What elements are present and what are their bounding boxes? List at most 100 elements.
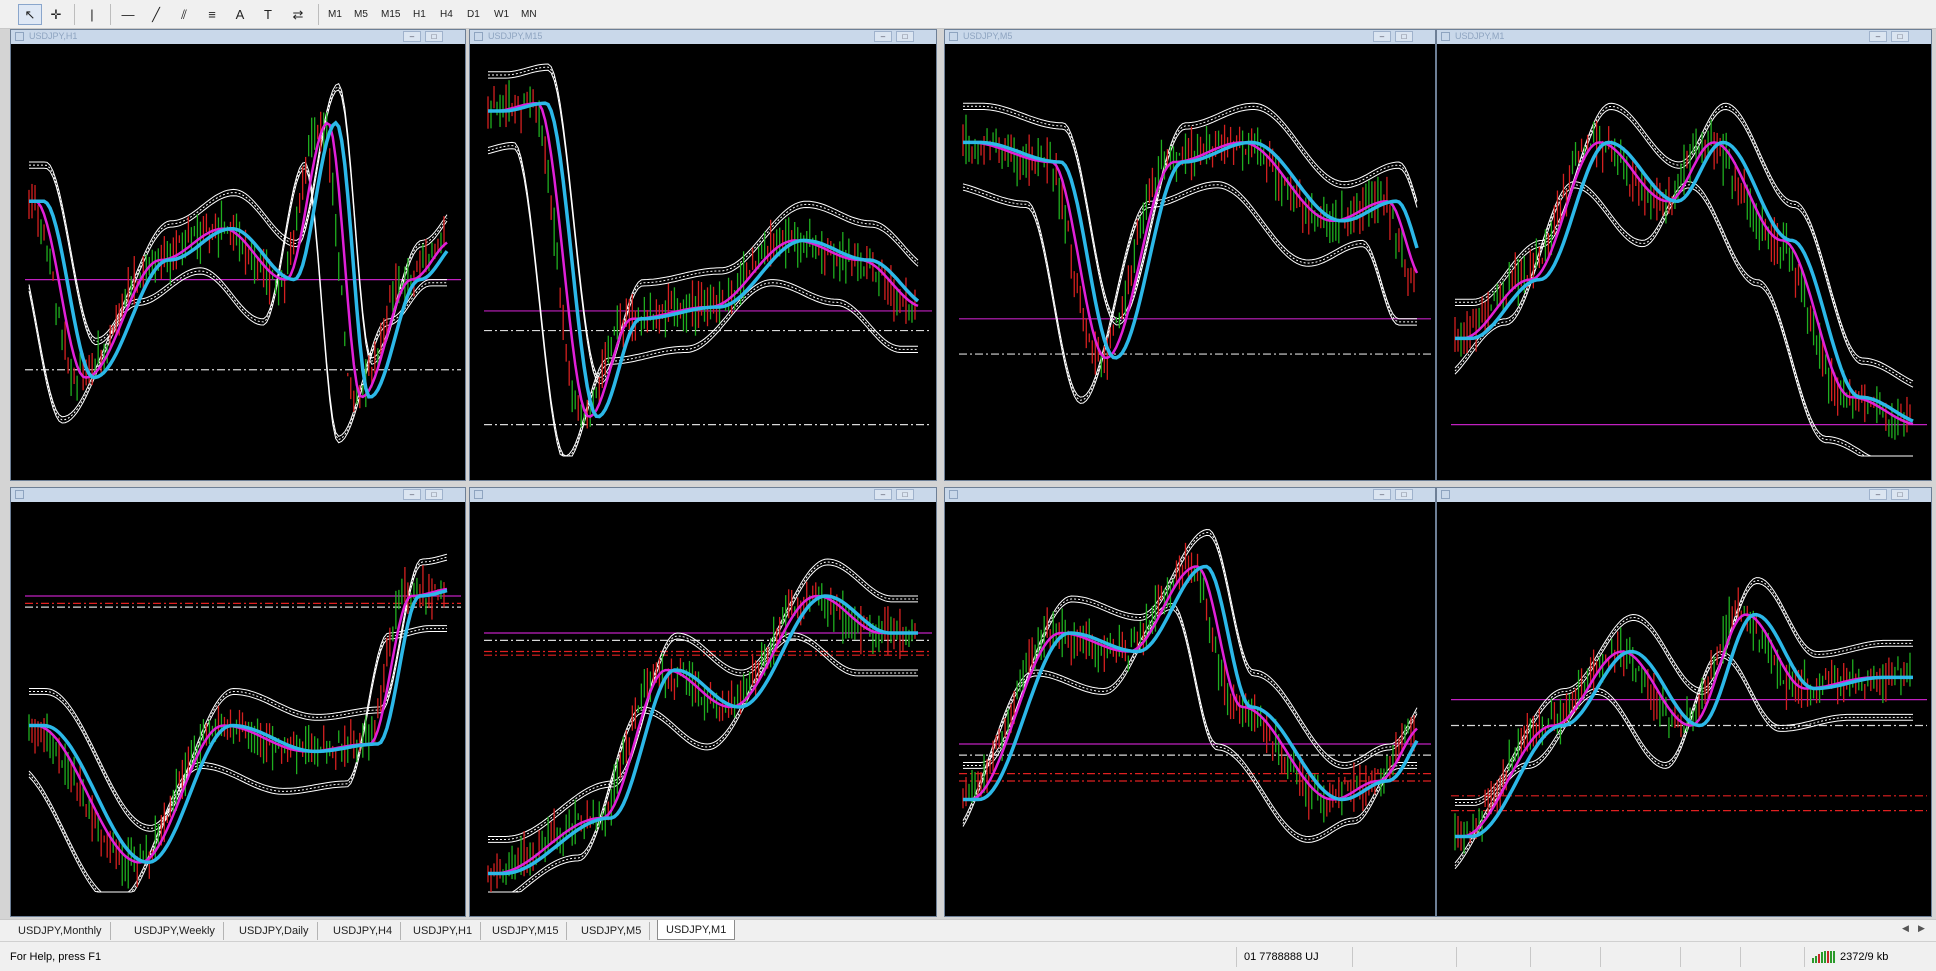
price-chart[interactable] — [470, 502, 936, 916]
chart-title: USDJPY,H1 — [29, 31, 78, 41]
chart-title-bar[interactable]: USDJPY,H1 – □ — [11, 30, 465, 44]
envelope-band — [1454, 184, 1913, 457]
chart-title-bar[interactable]: USDJPY,M5 – □ — [945, 30, 1435, 44]
timeframe-mn[interactable]: MN — [517, 5, 541, 24]
crosshair-icon[interactable]: ✛ — [44, 4, 68, 25]
maximize-icon[interactable]: □ — [896, 31, 914, 42]
minimize-icon[interactable]: – — [403, 31, 421, 42]
price-chart[interactable] — [1437, 502, 1931, 916]
minimize-icon[interactable]: – — [1869, 489, 1887, 500]
connection-bars-icon — [1812, 951, 1835, 963]
minimize-icon[interactable]: – — [1373, 489, 1391, 500]
envelope-band — [962, 602, 1417, 838]
timeframe-h4[interactable]: H4 — [436, 5, 457, 24]
timeframe-m15[interactable]: M15 — [377, 5, 404, 24]
timeframe-w1[interactable]: W1 — [490, 5, 513, 24]
status-help-text: For Help, press F1 — [10, 951, 102, 963]
status-bar: For Help, press F1 01 7788888 UJ 2372/9 … — [0, 941, 1936, 971]
price-chart[interactable] — [470, 44, 936, 480]
chart-window-icon — [474, 32, 483, 41]
price-chart[interactable] — [945, 44, 1435, 480]
equidistant-channel-icon[interactable]: ⫽ — [172, 4, 196, 25]
slow-moving-average — [963, 564, 1419, 802]
envelope-band — [28, 167, 447, 444]
minimize-icon[interactable]: – — [403, 489, 421, 500]
chart-title: USDJPY,M15 — [488, 31, 543, 41]
envelope-band — [488, 632, 918, 893]
chart-window[interactable]: – □ — [1436, 487, 1932, 917]
timeframe-m5[interactable]: M5 — [350, 5, 372, 24]
cursor-arrow-icon[interactable]: ↖ — [18, 4, 42, 25]
tab-scroll-right-icon[interactable]: ▶ — [1918, 923, 1925, 934]
envelope-band — [962, 608, 1417, 843]
maximize-icon[interactable]: □ — [1891, 489, 1909, 500]
chart-window[interactable]: USDJPY,M1 – □ — [1436, 29, 1932, 481]
maximize-icon[interactable]: □ — [425, 489, 443, 500]
tab-usdjpy-h1[interactable]: USDJPY,H1 — [405, 922, 482, 940]
maximize-icon[interactable]: □ — [1395, 489, 1413, 500]
price-chart[interactable] — [945, 502, 1435, 916]
maximize-icon[interactable]: □ — [1891, 31, 1909, 42]
status-divider — [1804, 947, 1805, 967]
chart-title-bar[interactable]: – □ — [470, 488, 936, 502]
envelope-band — [962, 605, 1417, 840]
chart-window-icon — [1441, 32, 1450, 41]
chart-window-icon — [15, 490, 24, 499]
fibonacci-retracement-icon[interactable]: ≡ — [200, 4, 224, 25]
tab-usdjpy-daily[interactable]: USDJPY,Daily — [231, 922, 318, 940]
chart-title-bar[interactable]: – □ — [945, 488, 1435, 502]
maximize-icon[interactable]: □ — [425, 31, 443, 42]
envelope-band — [29, 559, 448, 832]
minimize-icon[interactable]: – — [874, 489, 892, 500]
chart-window-icon — [949, 32, 958, 41]
chart-window[interactable]: USDJPY,H1 – □ — [10, 29, 466, 481]
price-chart[interactable] — [11, 502, 465, 916]
chart-title-bar[interactable]: – □ — [1437, 488, 1931, 502]
tab-usdjpy-m15[interactable]: USDJPY,M15 — [484, 922, 568, 940]
status-divider — [1236, 947, 1237, 967]
chart-window[interactable]: – □ — [10, 487, 466, 917]
toolbar-separator — [110, 4, 111, 25]
chart-window-icon — [949, 490, 958, 499]
envelope-band — [488, 561, 918, 840]
maximize-icon[interactable]: □ — [1395, 31, 1413, 42]
tab-usdjpy-h4[interactable]: USDJPY,H4 — [325, 922, 402, 940]
chart-window[interactable]: USDJPY,M15 – □ — [469, 29, 937, 481]
timeframe-h1[interactable]: H1 — [409, 5, 430, 24]
chart-title-bar[interactable]: – □ — [11, 488, 465, 502]
trendline-icon[interactable]: ╱ — [144, 4, 168, 25]
status-divider — [1740, 947, 1741, 967]
chart-title-bar[interactable]: USDJPY,M15 – □ — [470, 30, 936, 44]
horizontal-line-icon[interactable]: — — [116, 4, 140, 25]
minimize-icon[interactable]: – — [874, 31, 892, 42]
tab-usdjpy-weekly[interactable]: USDJPY,Weekly — [126, 922, 224, 940]
chart-window[interactable]: – □ — [469, 487, 937, 917]
chart-window[interactable]: – □ — [944, 487, 1436, 917]
envelope-band — [487, 141, 918, 457]
tab-usdjpy-m5[interactable]: USDJPY,M5 — [573, 922, 651, 940]
maximize-icon[interactable]: □ — [896, 489, 914, 500]
chart-window[interactable]: USDJPY,M5 – □ — [944, 29, 1436, 481]
timeframe-m1[interactable]: M1 — [324, 5, 346, 24]
chart-title: USDJPY,M5 — [963, 31, 1013, 41]
minimize-icon[interactable]: – — [1869, 31, 1887, 42]
charts-workspace: USDJPY,H1– □ USDJPY,M15– □ USDJPY,M5– □ USDJPY… — [0, 29, 1936, 919]
price-chart[interactable] — [1437, 44, 1931, 480]
price-chart[interactable] — [11, 44, 465, 480]
envelope-band — [1454, 187, 1913, 457]
chart-window-icon — [474, 490, 483, 499]
envelope-band — [488, 635, 918, 893]
slow-moving-average — [488, 594, 918, 876]
tab-usdjpy-monthly[interactable]: USDJPY,Monthly — [10, 922, 111, 940]
arrows-dropdown-icon[interactable]: ⇄ — [284, 4, 312, 25]
vertical-line-icon[interactable]: | — [80, 4, 104, 25]
chart-title-bar[interactable]: USDJPY,M1 – □ — [1437, 30, 1931, 44]
tab-scroll-left-icon[interactable]: ◀ — [1902, 923, 1909, 934]
text-label-icon[interactable]: T — [256, 4, 280, 25]
timeframe-d1[interactable]: D1 — [463, 5, 484, 24]
text-icon[interactable]: A — [228, 4, 252, 25]
tab-usdjpy-m1[interactable]: USDJPY,M1 — [657, 920, 736, 940]
status-traffic: 2372/9 kb — [1840, 951, 1889, 963]
status-divider — [1600, 947, 1601, 967]
minimize-icon[interactable]: – — [1373, 31, 1391, 42]
